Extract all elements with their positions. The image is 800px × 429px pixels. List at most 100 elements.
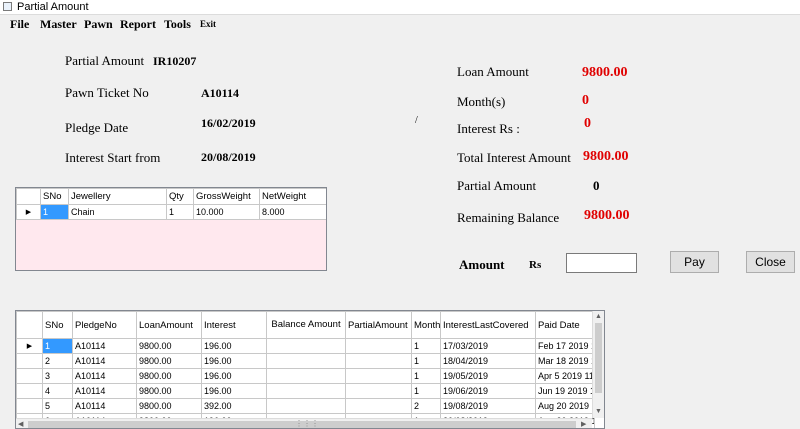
column-header[interactable]: Paid Date	[535, 311, 595, 339]
table-row[interactable]: 5 A10114 9800.00 392.00 2 19/08/2019 Aug…	[16, 398, 595, 414]
table-cell[interactable]: 3	[42, 368, 73, 384]
table-cell[interactable]	[345, 353, 412, 369]
table-cell[interactable]: 18/04/2019	[440, 353, 536, 369]
table-cell[interactable]: 19/06/2019	[440, 383, 536, 399]
table-cell[interactable]	[266, 353, 346, 369]
history-table: SNo PledgeNo LoanAmount Interest Balance…	[16, 311, 595, 428]
table-cell[interactable]: 196.00	[201, 383, 267, 399]
table-cell[interactable]: 392.00	[201, 398, 267, 414]
column-header[interactable]: SNo	[40, 188, 69, 205]
pay-button[interactable]: Pay	[670, 251, 719, 273]
amount-label: Amount	[459, 257, 505, 272]
vertical-scroll-thumb[interactable]	[595, 323, 602, 393]
row-header[interactable]	[16, 398, 43, 414]
table-row[interactable]: ▶ 1 Chain 1 10.000 8.000	[16, 204, 326, 220]
app-icon	[3, 2, 12, 11]
table-cell[interactable]: 10.000	[193, 204, 260, 220]
table-cell[interactable]: A10114	[72, 338, 137, 354]
close-button[interactable]: Close	[746, 251, 795, 273]
jewellery-grid[interactable]: SNo Jewellery Qty GrossWeight NetWeight …	[15, 187, 327, 271]
column-header[interactable]: Month	[411, 311, 441, 339]
table-cell[interactable]: 1	[411, 353, 441, 369]
table-cell[interactable]: 1	[166, 204, 194, 220]
menu-file[interactable]: File	[10, 17, 29, 32]
table-cell[interactable]: 19/05/2019	[440, 368, 536, 384]
table-cell[interactable]: 19/08/2019	[440, 398, 536, 414]
menu-pawn[interactable]: Pawn	[84, 17, 113, 32]
menu-tools[interactable]: Tools	[164, 17, 191, 32]
table-cell[interactable]: 9800.00	[136, 368, 202, 384]
table-row[interactable]: 3 A10114 9800.00 196.00 1 19/05/2019 Apr…	[16, 368, 595, 384]
table-cell[interactable]: 2	[411, 398, 441, 414]
table-cell[interactable]	[266, 398, 346, 414]
remaining-balance-value: 9800.00	[584, 208, 630, 223]
table-cell[interactable]: Jun 19 2019 12:3	[535, 383, 595, 399]
table-cell[interactable]: 9800.00	[136, 338, 202, 354]
column-header[interactable]: NetWeight	[259, 188, 326, 205]
row-pointer-icon[interactable]: ▶	[16, 204, 41, 220]
table-cell[interactable]: Apr 5 2019 11:1	[535, 368, 595, 384]
table-row[interactable]: ▶ 1 A10114 9800.00 196.00 1 17/03/2019 F…	[16, 338, 595, 354]
column-header[interactable]: Qty	[166, 188, 194, 205]
table-cell[interactable]	[345, 398, 412, 414]
table-cell[interactable]: 17/03/2019	[440, 338, 536, 354]
column-header[interactable]: PledgeNo	[72, 311, 137, 339]
scroll-left-icon[interactable]: ◀	[18, 421, 23, 428]
table-cell[interactable]: 9800.00	[136, 398, 202, 414]
column-header[interactable]: GrossWeight	[193, 188, 260, 205]
column-header[interactable]: LoanAmount	[136, 311, 202, 339]
table-cell[interactable]: 196.00	[201, 353, 267, 369]
table-cell[interactable]: 8.000	[259, 204, 326, 220]
history-grid[interactable]: SNo PledgeNo LoanAmount Interest Balance…	[15, 310, 605, 429]
table-cell[interactable]: 196.00	[201, 368, 267, 384]
menu-master[interactable]: Master	[40, 17, 77, 32]
table-row[interactable]: 4 A10114 9800.00 196.00 1 19/06/2019 Jun…	[16, 383, 595, 399]
table-cell[interactable]	[266, 383, 346, 399]
vertical-scrollbar[interactable]: ▲ ▼	[592, 311, 604, 418]
table-cell[interactable]: 9800.00	[136, 353, 202, 369]
table-cell[interactable]: 196.00	[201, 338, 267, 354]
column-header[interactable]: PartialAmount	[345, 311, 412, 339]
table-cell[interactable]: 1	[42, 338, 73, 354]
menu-exit[interactable]: Exit	[200, 19, 216, 29]
table-cell[interactable]	[345, 383, 412, 399]
table-cell[interactable]: Chain	[68, 204, 167, 220]
table-cell[interactable]: 9800.00	[136, 383, 202, 399]
table-cell[interactable]: A10114	[72, 368, 137, 384]
column-header[interactable]: Balance Amount	[266, 311, 346, 339]
row-header[interactable]	[16, 368, 43, 384]
loan-amount-value: 9800.00	[582, 65, 628, 80]
row-header[interactable]	[16, 383, 43, 399]
table-cell[interactable]	[266, 338, 346, 354]
table-cell[interactable]: 2	[42, 353, 73, 369]
table-cell[interactable]: 5	[42, 398, 73, 414]
row-pointer-icon[interactable]: ▶	[16, 338, 43, 354]
amount-input[interactable]	[566, 253, 637, 273]
table-cell[interactable]: 1	[40, 204, 69, 220]
history-header-row: SNo PledgeNo LoanAmount Interest Balance…	[16, 311, 595, 339]
table-cell[interactable]: A10114	[72, 353, 137, 369]
table-cell[interactable]: A10114	[72, 383, 137, 399]
table-cell[interactable]: Aug 20 2019 12:	[535, 398, 595, 414]
table-cell[interactable]: Mar 18 2019 10:	[535, 353, 595, 369]
table-cell[interactable]: A10114	[72, 398, 137, 414]
row-header[interactable]	[16, 353, 43, 369]
horizontal-scrollbar[interactable]: ◀ ⋮⋮⋮ ▶	[16, 418, 592, 428]
table-cell[interactable]	[345, 338, 412, 354]
table-cell[interactable]: 4	[42, 383, 73, 399]
table-cell[interactable]	[266, 368, 346, 384]
table-row[interactable]: 2 A10114 9800.00 196.00 1 18/04/2019 Mar…	[16, 353, 595, 369]
scroll-up-icon[interactable]: ▲	[595, 313, 602, 321]
menu-report[interactable]: Report	[120, 17, 156, 32]
table-cell[interactable]: 1	[411, 338, 441, 354]
table-cell[interactable]	[345, 368, 412, 384]
column-header[interactable]: Jewellery	[68, 188, 167, 205]
column-header[interactable]: Interest	[201, 311, 267, 339]
column-header[interactable]: InterestLastCovered	[440, 311, 536, 339]
table-cell[interactable]: Feb 17 2019 10:	[535, 338, 595, 354]
column-header[interactable]: SNo	[42, 311, 73, 339]
scroll-down-icon[interactable]: ▼	[595, 408, 602, 416]
table-cell[interactable]: 1	[411, 383, 441, 399]
scroll-right-icon[interactable]: ▶	[581, 421, 586, 428]
table-cell[interactable]: 1	[411, 368, 441, 384]
